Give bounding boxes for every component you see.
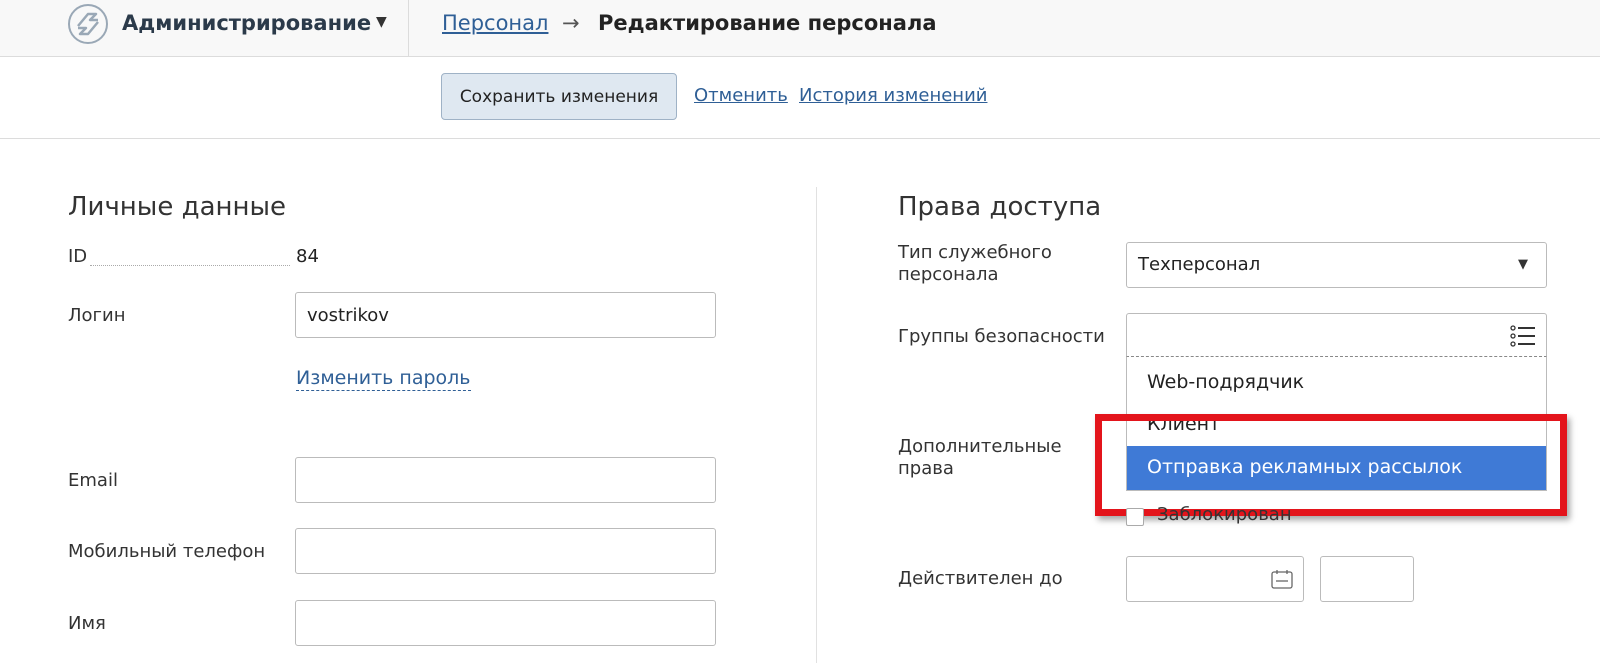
- app-logo-icon: [68, 4, 108, 44]
- first-name-label: Имя: [68, 613, 106, 634]
- email-input[interactable]: [295, 457, 716, 503]
- staff-type-label-line1: Тип служебного: [898, 242, 1052, 263]
- history-link[interactable]: История изменений: [799, 85, 987, 106]
- breadcrumb-arrow-icon: →: [562, 11, 580, 35]
- mobile-phone-input[interactable]: [295, 528, 716, 574]
- blocked-label: Заблокирован: [1157, 504, 1292, 525]
- header-divider: [408, 0, 409, 57]
- staff-type-label-line2: персонала: [898, 264, 999, 285]
- extra-rights-label-line2: права: [898, 458, 954, 479]
- cancel-link[interactable]: Отменить: [694, 85, 788, 106]
- change-password-link[interactable]: Изменить пароль: [296, 366, 471, 391]
- id-label: ID: [68, 246, 88, 267]
- first-name-input[interactable]: [295, 600, 716, 646]
- breadcrumb-staff-link[interactable]: Персонал: [442, 11, 548, 35]
- red-highlight-frame: [1095, 414, 1567, 516]
- login-label: Логин: [68, 305, 126, 326]
- dropdown-option[interactable]: Web-подрядчик: [1127, 361, 1546, 405]
- toolbar: Сохранить изменения Отменить История изм…: [0, 57, 1600, 139]
- column-divider: [816, 187, 817, 663]
- personal-data-title: Личные данные: [68, 192, 287, 222]
- email-label: Email: [68, 470, 118, 491]
- security-groups-multiselect[interactable]: [1126, 313, 1547, 357]
- access-rights-title: Права доступа: [898, 192, 1102, 222]
- page-title: Редактирование персонала: [598, 11, 937, 35]
- mobile-phone-label: Мобильный телефон: [68, 541, 266, 562]
- id-dotted-leader: [90, 265, 290, 266]
- valid-until-time-input[interactable]: [1320, 556, 1414, 602]
- security-groups-label: Группы безопасности: [898, 326, 1105, 347]
- chevron-down-icon: ▼: [1518, 257, 1528, 272]
- blocked-checkbox[interactable]: [1126, 508, 1144, 526]
- extra-rights-label-line1: Дополнительные: [898, 436, 1062, 457]
- staff-type-select[interactable]: Техперсонал ▼: [1126, 242, 1547, 288]
- top-bar: Администрирование ▼ Персонал → Редактиро…: [0, 0, 1600, 57]
- login-input[interactable]: [295, 292, 716, 338]
- list-icon[interactable]: [1510, 324, 1536, 348]
- calendar-icon[interactable]: [1271, 569, 1293, 589]
- valid-until-label: Действителен до: [898, 568, 1063, 589]
- app-title[interactable]: Администрирование: [122, 11, 371, 35]
- id-value: 84: [296, 246, 319, 267]
- staff-type-selected-value: Техперсонал: [1138, 254, 1261, 275]
- app-menu-caret-icon[interactable]: ▼: [376, 14, 387, 30]
- valid-until-date-input[interactable]: [1126, 556, 1304, 602]
- save-button[interactable]: Сохранить изменения: [441, 73, 677, 120]
